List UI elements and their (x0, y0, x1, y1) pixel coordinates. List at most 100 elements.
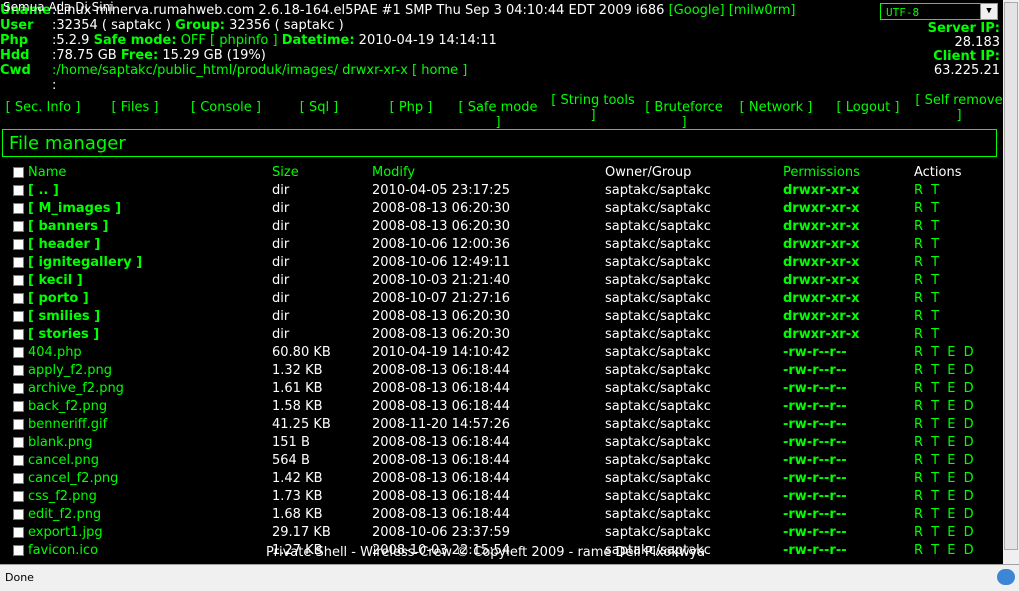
file-name-link[interactable]: benneriff.gif (28, 417, 107, 432)
file-permissions-link[interactable]: drwxr-xr-x (783, 325, 914, 343)
file-permissions-link[interactable]: -rw-r--r-- (783, 469, 914, 487)
file-actions[interactable]: R T E D (914, 379, 994, 397)
chevron-down-icon[interactable]: ▼ (980, 4, 997, 19)
file-actions[interactable]: R T (914, 217, 994, 235)
charset-select[interactable]: UTF-8 ▼ (880, 3, 998, 20)
file-name-link[interactable]: [ ignitegallery ] (28, 255, 142, 270)
menu-php[interactable]: [ Php ] (387, 100, 435, 115)
menu-safe-mode[interactable]: [ Safe mode ] (456, 100, 540, 130)
file-permissions-link[interactable]: -rw-r--r-- (783, 397, 914, 415)
row-checkbox[interactable] (13, 220, 24, 232)
file-permissions-link[interactable]: drwxr-xr-x (783, 199, 914, 217)
file-name-link[interactable]: export1.jpg (28, 525, 103, 540)
file-permissions-link[interactable]: -rw-r--r-- (783, 487, 914, 505)
file-actions[interactable]: R T (914, 181, 994, 199)
file-permissions-link[interactable]: -rw-r--r-- (783, 433, 914, 451)
file-name-link[interactable]: [ kecil ] (28, 273, 83, 288)
file-permissions-link[interactable]: drwxr-xr-x (783, 289, 914, 307)
file-actions[interactable]: R T E D (914, 361, 994, 379)
row-checkbox[interactable] (13, 472, 24, 484)
file-actions[interactable]: R T E D (914, 415, 994, 433)
file-actions[interactable]: R T (914, 289, 994, 307)
select-all-checkbox[interactable] (13, 166, 24, 178)
file-name-link[interactable]: [ stories ] (28, 327, 99, 342)
file-actions[interactable]: R T E D (914, 433, 994, 451)
menu-string-tools[interactable]: [ String tools ] (550, 93, 636, 123)
file-name-link[interactable]: cancel.png (28, 453, 99, 468)
file-name-link[interactable]: [ header ] (28, 237, 100, 252)
row-checkbox[interactable] (13, 454, 24, 466)
row-checkbox[interactable] (13, 436, 24, 448)
row-checkbox[interactable] (13, 490, 24, 502)
file-name-link[interactable]: [ banners ] (28, 219, 109, 234)
menu-sec-info[interactable]: [ Sec. Info ] (5, 100, 81, 115)
menu-console[interactable]: [ Console ] (188, 100, 264, 115)
row-checkbox[interactable] (13, 544, 24, 556)
row-checkbox[interactable] (13, 238, 24, 250)
file-actions[interactable]: R T (914, 199, 994, 217)
file-name-link[interactable]: blank.png (28, 435, 92, 450)
file-permissions-link[interactable]: drwxr-xr-x (783, 181, 914, 199)
row-checkbox[interactable] (13, 184, 24, 196)
row-checkbox[interactable] (13, 202, 24, 214)
file-name-link[interactable]: archive_f2.png (28, 381, 124, 396)
row-checkbox[interactable] (13, 310, 24, 322)
col-permissions[interactable]: Permissions (783, 163, 914, 181)
file-permissions-link[interactable]: -rw-r--r-- (783, 523, 914, 541)
menu-sql[interactable]: [ Sql ] (296, 100, 342, 115)
menu-network[interactable]: [ Network ] (738, 100, 814, 115)
row-checkbox[interactable] (13, 400, 24, 412)
file-name-link[interactable]: 404.php (28, 345, 82, 360)
file-actions[interactable]: R T (914, 325, 994, 343)
file-actions[interactable]: R T E D (914, 343, 994, 361)
cwd-path-link[interactable]: :/home/saptakc/public_html/produk/images… (52, 63, 338, 78)
file-actions[interactable]: R T E D (914, 541, 994, 559)
row-checkbox[interactable] (13, 328, 24, 340)
file-permissions-link[interactable]: -rw-r--r-- (783, 343, 914, 361)
milw0rm-link[interactable]: [milw0rm] (729, 3, 796, 18)
file-permissions-link[interactable]: -rw-r--r-- (783, 361, 914, 379)
row-checkbox[interactable] (13, 418, 24, 430)
notification-icon[interactable] (997, 569, 1015, 585)
file-name-link[interactable]: [ .. ] (28, 183, 59, 198)
file-permissions-link[interactable]: drwxr-xr-x (783, 235, 914, 253)
file-permissions-link[interactable]: drwxr-xr-x (783, 307, 914, 325)
file-name-link[interactable]: [ porto ] (28, 291, 89, 306)
file-name-link[interactable]: [ M_images ] (28, 201, 121, 216)
menu-logout[interactable]: [ Logout ] (835, 100, 901, 115)
file-actions[interactable]: R T E D (914, 523, 994, 541)
row-checkbox[interactable] (13, 346, 24, 358)
row-checkbox[interactable] (13, 364, 24, 376)
row-checkbox[interactable] (13, 292, 24, 304)
file-actions[interactable]: R T E D (914, 505, 994, 523)
file-actions[interactable]: R T E D (914, 451, 994, 469)
vertical-scrollbar[interactable] (1003, 0, 1019, 564)
scrollbar-thumb[interactable] (1004, 2, 1018, 550)
file-permissions-link[interactable]: drwxr-xr-x (783, 271, 914, 289)
file-permissions-link[interactable]: drwxr-xr-x (783, 253, 914, 271)
file-actions[interactable]: R T E D (914, 397, 994, 415)
col-modify[interactable]: Modify (372, 163, 605, 181)
file-permissions-link[interactable]: -rw-r--r-- (783, 451, 914, 469)
row-checkbox[interactable] (13, 382, 24, 394)
home-link[interactable]: [ home ] (412, 63, 467, 78)
file-name-link[interactable]: edit_f2.png (28, 507, 101, 522)
file-actions[interactable]: R T (914, 235, 994, 253)
file-name-link[interactable]: cancel_f2.png (28, 471, 118, 486)
file-permissions-link[interactable]: -rw-r--r-- (783, 379, 914, 397)
row-checkbox[interactable] (13, 274, 24, 286)
file-permissions-link[interactable]: -rw-r--r-- (783, 505, 914, 523)
file-name-link[interactable]: favicon.ico (28, 543, 98, 558)
file-name-link[interactable]: css_f2.png (28, 489, 97, 504)
file-actions[interactable]: R T (914, 271, 994, 289)
col-size[interactable]: Size (272, 163, 372, 181)
file-permissions-link[interactable]: -rw-r--r-- (783, 415, 914, 433)
file-actions[interactable]: R T E D (914, 469, 994, 487)
menu-files[interactable]: [ Files ] (108, 100, 162, 115)
file-name-link[interactable]: back_f2.png (28, 399, 107, 414)
file-name-link[interactable]: apply_f2.png (28, 363, 112, 378)
file-permissions-link[interactable]: drwxr-xr-x (783, 217, 914, 235)
row-checkbox[interactable] (13, 256, 24, 268)
phpinfo-link[interactable]: [ phpinfo ] (210, 33, 278, 48)
row-checkbox[interactable] (13, 526, 24, 538)
